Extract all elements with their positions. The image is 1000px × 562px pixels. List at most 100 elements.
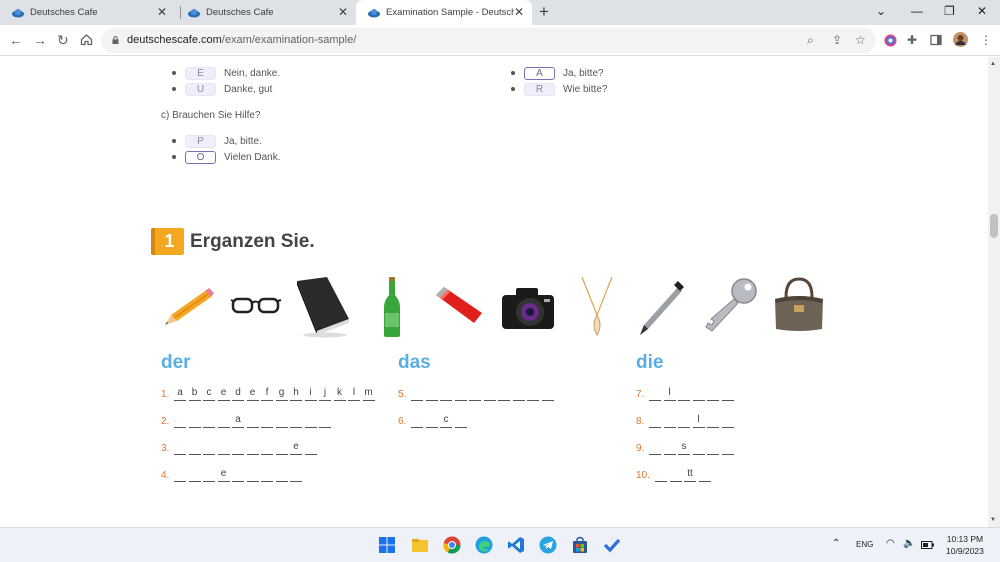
battery-icon[interactable] [921, 541, 934, 549]
letter-blank[interactable] [203, 468, 215, 482]
option-u[interactable]: U Danke, gut [172, 82, 272, 96]
letter-blank[interactable] [454, 414, 467, 428]
extensions-puzzle-icon[interactable]: ✚ [907, 32, 917, 48]
letter-blank[interactable] [721, 387, 734, 401]
letter-blank[interactable]: e [217, 387, 230, 401]
letter-blank[interactable] [707, 387, 719, 401]
scroll-down-icon[interactable]: ▼ [990, 517, 996, 523]
letter-blank[interactable] [246, 414, 259, 428]
letter-blank[interactable] [232, 441, 244, 455]
letter-blank[interactable] [707, 441, 719, 455]
letter-blank[interactable] [498, 387, 510, 401]
letter-blank[interactable] [692, 441, 705, 455]
wifi-icon[interactable]: ◠ [886, 538, 895, 549]
letter-blank[interactable] [483, 387, 496, 401]
letter-blank[interactable] [188, 414, 201, 428]
option-o[interactable]: O Vielen Dank. [172, 150, 281, 164]
option-letter-box[interactable]: U [185, 82, 216, 96]
letter-blank[interactable] [290, 414, 302, 428]
letter-blank[interactable]: b [188, 387, 201, 401]
letter-blank[interactable] [174, 414, 186, 428]
letter-blank[interactable] [174, 441, 186, 455]
address-bar[interactable]: deutschescafe.com/exam/examination-sampl… [101, 28, 876, 53]
option-letter-box-selected[interactable]: O [185, 150, 216, 164]
letter-blank[interactable] [174, 468, 186, 482]
tab-deutsches-cafe-1[interactable]: Deutsches Cafe ✕ [0, 0, 175, 25]
home-icon[interactable] [80, 33, 93, 46]
letter-blank[interactable] [246, 441, 259, 455]
show-hidden-icons-chevron-icon[interactable]: ⌃ [832, 538, 840, 549]
letter-blank[interactable] [655, 468, 667, 482]
close-tab-icon[interactable]: ✕ [514, 6, 524, 18]
volume-icon[interactable]: 🔈 [903, 538, 915, 549]
option-e[interactable]: E Nein, danke. [172, 66, 280, 80]
letter-blank[interactable] [411, 414, 423, 428]
option-letter-box-selected[interactable]: A [524, 66, 555, 80]
back-icon[interactable]: ← [9, 31, 23, 49]
letter-blank[interactable]: l [348, 387, 360, 401]
new-tab-button[interactable]: + [539, 3, 549, 21]
minimize-button[interactable]: — [911, 3, 923, 19]
letter-blank[interactable]: e [217, 468, 230, 482]
letter-blank[interactable] [698, 468, 711, 482]
telegram-icon[interactable] [539, 536, 557, 554]
option-p[interactable]: P Ja, bitte. [172, 134, 262, 148]
letter-blank[interactable]: s [678, 441, 690, 455]
letter-blank[interactable] [261, 468, 273, 482]
todo-checkmark-icon[interactable] [603, 536, 621, 554]
chrome-icon[interactable] [443, 536, 461, 554]
microsoft-store-icon[interactable] [571, 536, 589, 554]
letter-blank[interactable] [425, 414, 438, 428]
letter-blank[interactable] [469, 387, 481, 401]
file-explorer-icon[interactable] [411, 536, 429, 554]
tab-search-chevron-icon[interactable]: ⌄ [876, 3, 886, 19]
profile-avatar-icon[interactable] [953, 32, 968, 47]
letter-blank[interactable] [721, 441, 734, 455]
letter-blank[interactable]: d [232, 387, 244, 401]
letter-blank[interactable] [275, 441, 288, 455]
scroll-up-icon[interactable]: ▲ [990, 61, 996, 67]
letter-blank[interactable] [217, 441, 230, 455]
letter-blank[interactable] [454, 387, 467, 401]
letter-blank[interactable] [649, 414, 661, 428]
close-tab-icon[interactable]: ✕ [338, 6, 348, 18]
vscode-icon[interactable] [507, 536, 525, 554]
side-panel-icon[interactable] [930, 34, 942, 46]
windows-start-icon[interactable] [378, 536, 396, 554]
option-letter-box[interactable]: E [185, 66, 216, 80]
letter-blank[interactable] [304, 441, 317, 455]
letter-blank[interactable]: a [174, 387, 186, 401]
letter-blank[interactable]: c [440, 414, 452, 428]
letter-blank[interactable] [663, 414, 676, 428]
letter-blank[interactable] [246, 468, 259, 482]
close-tab-icon[interactable]: ✕ [157, 6, 167, 18]
language-indicator[interactable]: ENG [856, 540, 873, 549]
page-scrollbar[interactable]: ▲ ▼ [988, 57, 1000, 527]
letter-blank[interactable] [275, 414, 288, 428]
lock-icon[interactable] [112, 36, 119, 44]
letter-blank[interactable]: l [692, 414, 705, 428]
letter-blank[interactable] [290, 468, 302, 482]
tab-examination-sample[interactable]: Examination Sample - Deutsche ✕ [356, 0, 532, 25]
letter-blank[interactable]: e [246, 387, 259, 401]
browser-menu-icon[interactable]: ⋮ [980, 32, 992, 48]
letter-blank[interactable]: i [304, 387, 317, 401]
option-r[interactable]: R Wie bitte? [511, 82, 607, 96]
letter-blank[interactable] [541, 387, 554, 401]
share-icon[interactable]: ⇪ [832, 33, 842, 47]
letter-blank[interactable] [188, 468, 201, 482]
letter-blank[interactable] [261, 414, 273, 428]
letter-blank[interactable] [188, 441, 201, 455]
letter-blank[interactable]: m [362, 387, 375, 401]
color-picker-extension-icon[interactable] [884, 34, 897, 47]
tab-deutsches-cafe-2[interactable]: Deutsches Cafe ✕ [176, 0, 356, 25]
scroll-thumb[interactable] [990, 214, 998, 238]
letter-blank[interactable] [678, 387, 690, 401]
letter-blank[interactable] [304, 414, 317, 428]
forward-icon[interactable]: → [33, 31, 47, 49]
letter-blank[interactable] [425, 387, 438, 401]
letter-blank[interactable]: k [333, 387, 346, 401]
letter-blank[interactable] [217, 414, 230, 428]
letter-blank[interactable] [275, 468, 288, 482]
zoom-search-icon[interactable]: ⌕ [807, 33, 814, 47]
